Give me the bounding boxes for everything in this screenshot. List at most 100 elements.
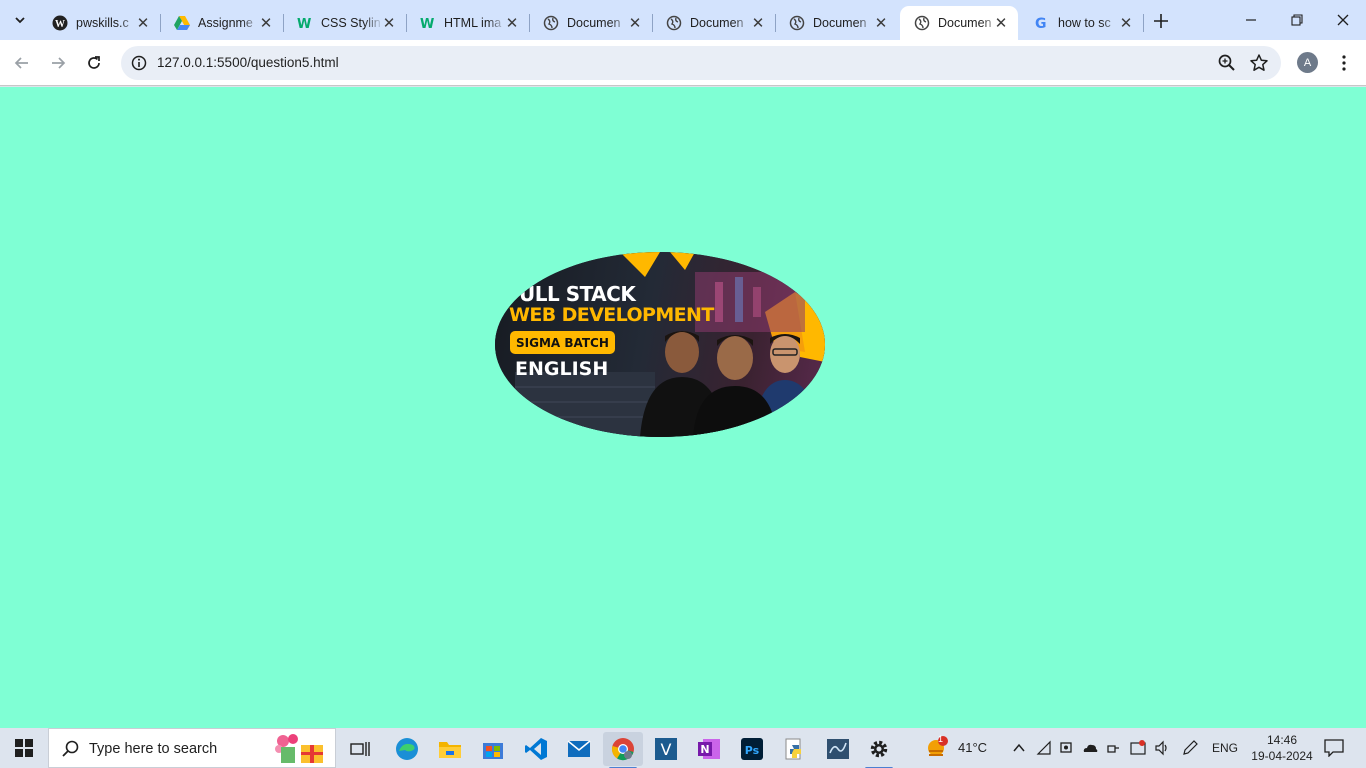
close-tab-icon[interactable]: ✕ — [626, 14, 644, 32]
globe-icon — [914, 15, 930, 31]
python-icon[interactable] — [775, 732, 815, 766]
close-tab-icon[interactable]: ✕ — [503, 14, 521, 32]
vscode-icon[interactable] — [516, 732, 556, 766]
search-placeholder: Type here to search — [89, 741, 218, 757]
clock-time: 14:46 — [1266, 733, 1298, 747]
file-explorer-icon[interactable] — [430, 732, 470, 766]
tab-separator — [1143, 14, 1144, 32]
reload-icon — [88, 56, 100, 69]
mail-icon[interactable] — [559, 732, 599, 766]
w3schools-icon: W — [297, 15, 313, 31]
tab-search-button[interactable] — [6, 7, 34, 33]
zoom-icon[interactable] — [1217, 53, 1237, 73]
network-icon[interactable] — [1036, 740, 1052, 756]
course-banner-image: ULL STACK WEB DEVELOPMENT SIGMA BATCH EN… — [495, 252, 825, 437]
tab-document-3[interactable]: Documen ✕ — [775, 6, 898, 40]
weather-temperature[interactable]: 41°C — [958, 740, 987, 755]
tab-css-styling[interactable]: W CSS Stylin ✕ — [283, 6, 407, 40]
svg-text:W: W — [55, 19, 65, 30]
weather-alert-count: 1 — [938, 734, 944, 744]
webcam-icon[interactable] — [1059, 740, 1075, 756]
tab-html-images[interactable]: W HTML ima ✕ — [406, 6, 530, 40]
close-icon — [1337, 14, 1349, 26]
store-icon[interactable] — [473, 732, 513, 766]
profile-avatar[interactable]: A — [1297, 52, 1318, 73]
tab-title: Documen — [567, 16, 621, 30]
restore-button[interactable] — [1274, 0, 1320, 40]
task-view-icon[interactable] — [340, 732, 380, 766]
show-hidden-icons-icon[interactable] — [1011, 740, 1027, 756]
new-tab-button[interactable] — [1150, 10, 1172, 32]
settings-icon[interactable] — [859, 732, 899, 768]
taskbar-clock[interactable]: 14:46 19-04-2024 — [1250, 732, 1314, 764]
forward-button[interactable] — [43, 48, 73, 78]
v-app-icon[interactable]: V — [646, 732, 686, 766]
svg-text:W: W — [297, 17, 311, 31]
page-viewport: ULL STACK WEB DEVELOPMENT SIGMA BATCH EN… — [0, 87, 1366, 728]
tab-title: CSS Stylin — [321, 16, 381, 30]
tab-document-active[interactable]: Documen ✕ — [900, 6, 1018, 40]
svg-text:W: W — [420, 17, 434, 31]
clock-date: 19-04-2024 — [1251, 749, 1313, 763]
globe-icon — [543, 15, 559, 31]
close-tab-icon[interactable]: ✕ — [1117, 14, 1135, 32]
power-plug-icon[interactable] — [1105, 740, 1121, 756]
restore-icon — [1291, 14, 1303, 26]
tab-title: Documen — [938, 16, 992, 30]
w3schools-icon: W — [420, 15, 436, 31]
close-tab-icon[interactable]: ✕ — [380, 14, 398, 32]
browser-menu-button[interactable] — [1333, 50, 1355, 76]
close-tab-icon[interactable]: ✕ — [134, 14, 152, 32]
tab-document-1[interactable]: Documen ✕ — [529, 6, 653, 40]
volume-icon[interactable] — [1154, 740, 1170, 756]
taskbar-search-box[interactable]: Type here to search — [48, 728, 336, 768]
close-tab-icon[interactable]: ✕ — [872, 14, 890, 32]
banner-language: ENGLISH — [515, 358, 609, 380]
chrome-icon[interactable] — [603, 732, 643, 768]
tab-title: how to sc — [1058, 16, 1111, 30]
close-tab-icon[interactable]: ✕ — [749, 14, 767, 32]
arrow-left-icon — [14, 57, 28, 69]
tab-google-search[interactable]: G how to sc ✕ — [1020, 6, 1144, 40]
more-vertical-icon — [1342, 55, 1346, 71]
globe-icon — [789, 15, 805, 31]
browser-toolbar: 127.0.0.1:5500/question5.html — [0, 40, 1366, 86]
wordpress-icon: W — [52, 15, 68, 31]
tab-title: pwskills.c — [76, 16, 129, 30]
pen-icon[interactable] — [1182, 740, 1198, 756]
close-window-button[interactable] — [1320, 0, 1366, 40]
windows-logo-icon — [15, 739, 33, 757]
reload-button[interactable] — [79, 48, 109, 78]
arrow-right-icon — [52, 57, 66, 69]
url-text[interactable]: 127.0.0.1:5500/question5.html — [157, 55, 339, 70]
tab-strip: W pwskills.c ✕ Assignme ✕ W CSS Stylin ✕… — [0, 0, 1366, 40]
tab-document-2[interactable]: Documen ✕ — [652, 6, 776, 40]
start-button[interactable] — [0, 728, 48, 768]
presenters-illustration — [640, 331, 820, 437]
weather-icon[interactable] — [925, 736, 949, 760]
notifications-icon[interactable] — [1324, 739, 1344, 758]
address-bar[interactable]: 127.0.0.1:5500/question5.html — [121, 46, 1281, 80]
tab-assignment[interactable]: Assignme ✕ — [160, 6, 284, 40]
sql-icon[interactable] — [818, 732, 858, 766]
onenote-icon[interactable]: N — [689, 732, 729, 766]
close-tab-icon[interactable]: ✕ — [992, 14, 1010, 32]
back-button[interactable] — [7, 48, 37, 78]
tab-pwskills[interactable]: W pwskills.c ✕ — [38, 6, 161, 40]
google-icon: G — [1034, 15, 1050, 31]
close-tab-icon[interactable]: ✕ — [257, 14, 275, 32]
language-indicator[interactable]: ENG — [1212, 741, 1238, 755]
photoshop-icon[interactable]: Ps — [732, 732, 772, 766]
tab-title: Documen — [813, 16, 867, 30]
banner-badge: SIGMA BATCH — [510, 331, 615, 354]
windows-taskbar: Type here to search V N Ps 1 41°C ENG 14… — [0, 728, 1366, 768]
minimize-button[interactable] — [1228, 0, 1274, 40]
google-drive-icon — [174, 15, 190, 31]
edge-icon[interactable] — [387, 732, 427, 766]
svg-text:V: V — [661, 740, 672, 759]
onedrive-icon[interactable] — [1082, 740, 1098, 756]
bookmark-star-icon[interactable] — [1249, 53, 1269, 73]
plus-icon — [1154, 14, 1168, 28]
site-info-icon[interactable] — [129, 53, 149, 73]
security-icon[interactable] — [1130, 740, 1146, 756]
